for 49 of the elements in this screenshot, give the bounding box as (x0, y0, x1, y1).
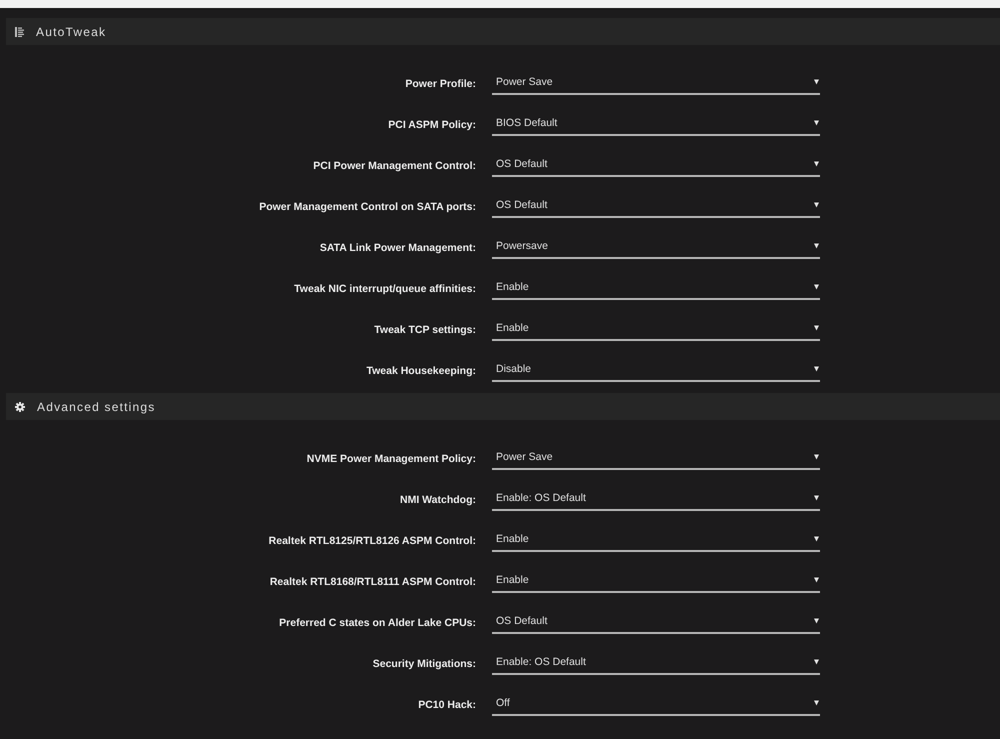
setting-label: Tweak NIC interrupt/queue affinities: (294, 282, 476, 294)
caret-icon (814, 120, 819, 126)
dropdown-select[interactable]: Enable: OS Default (492, 489, 820, 511)
dropdown-select[interactable]: Enable (492, 530, 820, 552)
setting-label: Realtek RTL8168/RTL8111 ASPM Control: (270, 576, 476, 588)
caret-icon (814, 284, 819, 290)
dropdown-select[interactable]: Off (492, 694, 820, 716)
setting-label: PCI ASPM Policy: (388, 118, 476, 130)
dropdown-select[interactable]: Power Save (492, 448, 820, 470)
caret-icon (814, 536, 819, 542)
list-icon (15, 26, 24, 36)
dropdown-select[interactable]: BIOS Default (492, 114, 820, 136)
section-title: AutoTweak (36, 24, 106, 38)
caret-icon (814, 495, 819, 501)
setting-label: Tweak TCP settings: (374, 324, 476, 336)
setting-label: Power Profile: (405, 78, 476, 90)
setting-label: PC10 Hack: (418, 698, 476, 710)
dropdown-select[interactable]: OS Default (492, 612, 820, 634)
caret-icon (814, 79, 819, 85)
setting-label: SATA Link Power Management: (320, 242, 476, 254)
dropdown-select[interactable]: Power Save (492, 73, 820, 95)
dropdown-select[interactable]: OS Default (492, 155, 820, 177)
caret-icon (814, 577, 819, 583)
setting-label: NMI Watchdog: (400, 494, 476, 506)
dropdown-select[interactable]: Enable (492, 278, 820, 300)
caret-icon (814, 700, 819, 706)
gear-icon (15, 402, 25, 412)
setting-label: Realtek RTL8125/RTL8126 ASPM Control: (268, 534, 476, 546)
setting-label: Security Mitigations: (372, 658, 476, 670)
caret-icon (814, 366, 819, 372)
dropdown-select[interactable]: OS Default (492, 196, 820, 218)
setting-label: Power Management Control on SATA ports: (259, 200, 476, 212)
caret-icon (814, 161, 819, 167)
dropdown-select[interactable]: Disable (492, 360, 820, 382)
caret-icon (814, 202, 819, 208)
caret-icon (814, 618, 819, 624)
setting-label: PCI Power Management Control: (313, 160, 476, 172)
dropdown-select[interactable]: Enable (492, 319, 820, 341)
setting-label: Preferred C states on Alder Lake CPUs: (279, 616, 476, 628)
section-title: Advanced settings (37, 400, 156, 414)
dropdown-select[interactable]: Enable (492, 571, 820, 593)
setting-label: NVME Power Management Policy: (306, 452, 476, 464)
setting-label: Tweak Housekeeping: (366, 364, 476, 376)
dropdown-select[interactable]: Powersave (492, 237, 820, 259)
caret-icon (814, 454, 819, 460)
caret-icon (814, 659, 819, 665)
dropdown-select[interactable]: Enable: OS Default (492, 653, 820, 675)
caret-icon (814, 243, 819, 249)
caret-icon (814, 325, 819, 331)
